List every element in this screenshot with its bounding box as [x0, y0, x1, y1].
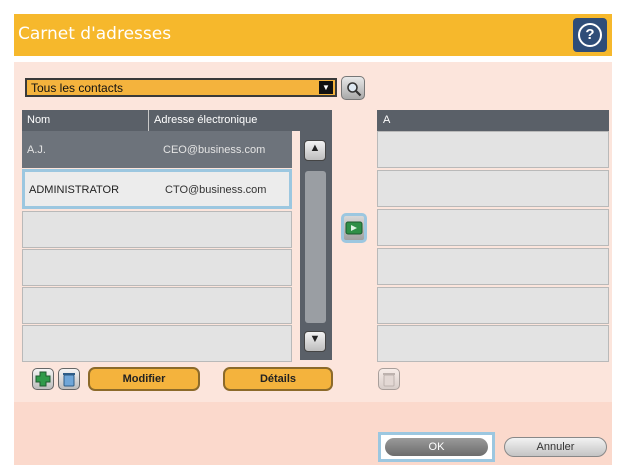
trash-icon: [383, 373, 395, 387]
modify-button[interactable]: Modifier: [88, 367, 200, 391]
contact-name: ADMINISTRATOR: [29, 184, 120, 196]
chevron-down-icon: ▼: [309, 333, 321, 345]
recipients-header-label: A: [383, 114, 391, 126]
question-mark-icon: ?: [578, 23, 602, 47]
contacts-table-header: Nom Adresse électronique: [22, 110, 332, 131]
delete-contact-button[interactable]: [58, 368, 80, 390]
column-header-name: Nom: [27, 114, 51, 126]
contact-email: CEO@business.com: [163, 144, 266, 156]
chevron-up-icon: ▲: [309, 142, 321, 154]
add-to-recipients-button[interactable]: [341, 213, 367, 243]
title-bar: Carnet d'adresses ?: [14, 14, 612, 56]
dropdown-arrow-icon: ▼: [319, 81, 333, 94]
column-header-email: Adresse électronique: [154, 114, 258, 126]
recipient-row-empty[interactable]: [377, 209, 609, 246]
search-button[interactable]: [341, 76, 365, 100]
cancel-button[interactable]: Annuler: [504, 437, 607, 457]
window-title: Carnet d'adresses: [18, 24, 172, 44]
arrow-right-icon: [345, 221, 363, 235]
recipient-row-empty[interactable]: [377, 287, 609, 324]
table-row-selected[interactable]: ADMINISTRATOR CTO@business.com: [22, 169, 292, 209]
column-divider: [148, 110, 149, 131]
table-row-empty[interactable]: [22, 325, 292, 362]
contacts-filter-dropdown[interactable]: Tous les contacts ▼: [25, 78, 337, 97]
search-icon: [347, 82, 362, 97]
scroll-down-button[interactable]: ▼: [304, 331, 326, 352]
dropdown-selected-value: Tous les contacts: [31, 81, 124, 95]
help-button[interactable]: ?: [573, 18, 607, 52]
scroll-up-button[interactable]: ▲: [304, 140, 326, 161]
contact-name: A.J.: [27, 144, 46, 156]
table-row-empty[interactable]: [22, 211, 292, 248]
table-row-empty[interactable]: [22, 249, 292, 286]
contact-email: CTO@business.com: [165, 184, 267, 196]
ok-button-label: OK: [385, 438, 488, 456]
recipient-row-empty[interactable]: [377, 170, 609, 207]
table-row-empty[interactable]: [22, 287, 292, 324]
ok-button[interactable]: OK: [378, 432, 495, 462]
table-row[interactable]: A.J. CEO@business.com: [22, 131, 292, 168]
trash-icon: [63, 373, 75, 387]
add-contact-button[interactable]: [32, 368, 54, 390]
recipient-row-empty[interactable]: [377, 248, 609, 285]
recipient-row-empty[interactable]: [377, 131, 609, 168]
details-button[interactable]: Détails: [223, 367, 333, 391]
plus-icon: [35, 371, 51, 387]
scrollbar-thumb[interactable]: [305, 171, 326, 323]
recipient-row-empty[interactable]: [377, 325, 609, 362]
remove-recipient-button[interactable]: [378, 368, 400, 390]
recipients-header: A: [377, 110, 609, 131]
